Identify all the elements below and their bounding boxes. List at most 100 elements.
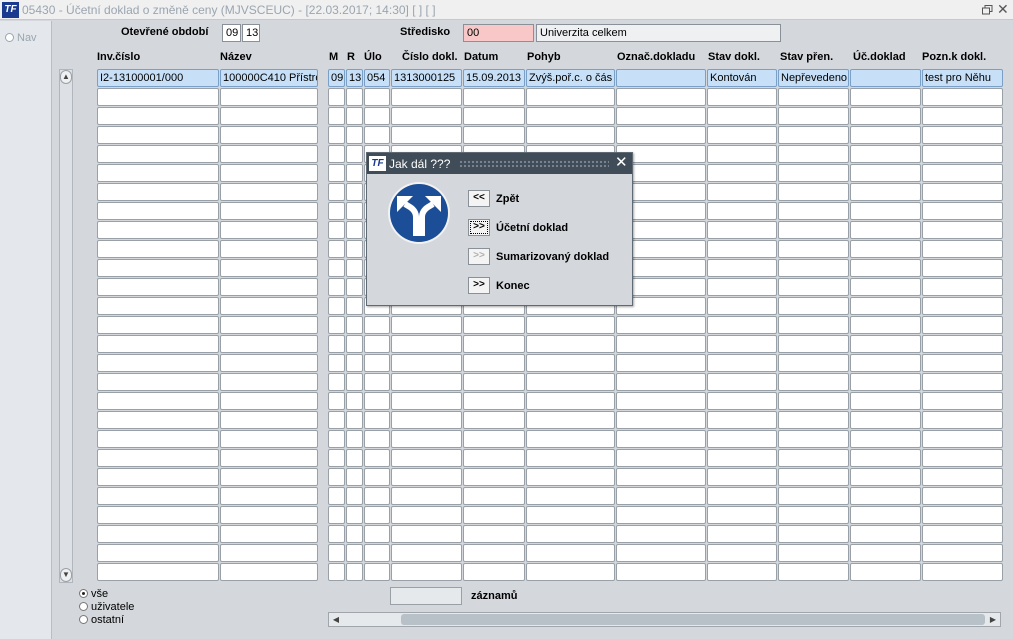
cell-movement[interactable] xyxy=(526,563,615,581)
cell-transfer-state[interactable] xyxy=(778,259,849,277)
window-close-icon[interactable]: ✕ xyxy=(997,2,1011,16)
cell-month[interactable] xyxy=(328,240,345,258)
cell-movement[interactable] xyxy=(526,392,615,410)
cell-document-note[interactable] xyxy=(922,373,1003,391)
cell-transfer-state[interactable] xyxy=(778,221,849,239)
cell-task[interactable] xyxy=(364,487,390,505)
cell-task[interactable] xyxy=(364,354,390,372)
cell-month[interactable] xyxy=(328,544,345,562)
cell-task[interactable] xyxy=(364,468,390,486)
cell-document-state[interactable] xyxy=(707,202,777,220)
cell-date[interactable] xyxy=(463,411,525,429)
cell-document-note[interactable] xyxy=(922,487,1003,505)
cell-year[interactable] xyxy=(346,221,363,239)
cell-name[interactable] xyxy=(220,88,318,106)
cell-accounting-doc[interactable] xyxy=(850,126,921,144)
cell-month[interactable] xyxy=(328,278,345,296)
cell-year[interactable] xyxy=(346,183,363,201)
cell-name[interactable] xyxy=(220,316,318,334)
cell-year[interactable] xyxy=(346,126,363,144)
cell-document-state[interactable] xyxy=(707,563,777,581)
cell-month[interactable] xyxy=(328,164,345,182)
cell-transfer-state[interactable] xyxy=(778,183,849,201)
cell-transfer-state[interactable] xyxy=(778,145,849,163)
cell-name[interactable] xyxy=(220,354,318,372)
cell-month[interactable] xyxy=(328,525,345,543)
cell-document-note[interactable] xyxy=(922,335,1003,353)
filter-option-user[interactable]: uživatele xyxy=(79,601,134,614)
cell-accounting-doc[interactable] xyxy=(850,468,921,486)
cell-task[interactable] xyxy=(364,373,390,391)
cell-year[interactable] xyxy=(346,297,363,315)
cell-month[interactable] xyxy=(328,373,345,391)
cell-transfer-state[interactable] xyxy=(778,373,849,391)
cell-document-note[interactable] xyxy=(922,525,1003,543)
cell-year[interactable] xyxy=(346,411,363,429)
cell-name[interactable] xyxy=(220,183,318,201)
cell-accounting-doc[interactable] xyxy=(850,221,921,239)
cell-document-number[interactable] xyxy=(391,392,462,410)
period-month-field[interactable]: 09 xyxy=(222,24,241,42)
cell-document-state[interactable] xyxy=(707,107,777,125)
cell-document-number[interactable] xyxy=(391,107,462,125)
cell-document-mark[interactable] xyxy=(616,563,706,581)
cell-document-state[interactable] xyxy=(707,354,777,372)
cell-document-note[interactable] xyxy=(922,126,1003,144)
cell-document-number[interactable] xyxy=(391,373,462,391)
cell-document-note[interactable] xyxy=(922,392,1003,410)
cell-name[interactable] xyxy=(220,259,318,277)
cell-document-note[interactable] xyxy=(922,278,1003,296)
cell-document-mark[interactable] xyxy=(616,126,706,144)
cell-document-note[interactable] xyxy=(922,107,1003,125)
summary-document-button[interactable]: >> xyxy=(468,248,490,265)
cell-inv-number[interactable] xyxy=(97,468,219,486)
cell-inv-number[interactable] xyxy=(97,107,219,125)
cell-movement[interactable] xyxy=(526,88,615,106)
cell-month[interactable] xyxy=(328,430,345,448)
restore-icon[interactable] xyxy=(982,5,993,15)
cell-transfer-state[interactable] xyxy=(778,525,849,543)
cell-date[interactable] xyxy=(463,107,525,125)
cell-transfer-state[interactable]: Nepřevedeno xyxy=(778,69,849,87)
cell-document-number[interactable] xyxy=(391,563,462,581)
cell-document-mark[interactable] xyxy=(616,487,706,505)
cell-document-note[interactable] xyxy=(922,164,1003,182)
cell-accounting-doc[interactable] xyxy=(850,430,921,448)
dialog-title-bar[interactable]: TF Jak dál ??? ✕ xyxy=(367,153,632,174)
cell-date[interactable] xyxy=(463,506,525,524)
cell-task[interactable] xyxy=(364,506,390,524)
end-button[interactable]: >> xyxy=(468,277,490,294)
cell-transfer-state[interactable] xyxy=(778,411,849,429)
cell-document-note[interactable] xyxy=(922,506,1003,524)
cell-task[interactable] xyxy=(364,449,390,467)
cell-inv-number[interactable] xyxy=(97,487,219,505)
cell-document-number[interactable] xyxy=(391,126,462,144)
cell-document-number[interactable] xyxy=(391,354,462,372)
cell-month[interactable] xyxy=(328,468,345,486)
cell-document-note[interactable] xyxy=(922,88,1003,106)
cell-name[interactable] xyxy=(220,221,318,239)
cell-accounting-doc[interactable] xyxy=(850,164,921,182)
cell-name[interactable] xyxy=(220,335,318,353)
cell-transfer-state[interactable] xyxy=(778,240,849,258)
cell-task[interactable] xyxy=(364,525,390,543)
cell-document-state[interactable] xyxy=(707,335,777,353)
cell-task[interactable] xyxy=(364,316,390,334)
cell-transfer-state[interactable] xyxy=(778,392,849,410)
cell-accounting-doc[interactable] xyxy=(850,373,921,391)
cell-accounting-doc[interactable] xyxy=(850,202,921,220)
cell-year[interactable] xyxy=(346,354,363,372)
cell-document-number[interactable] xyxy=(391,316,462,334)
cell-inv-number[interactable] xyxy=(97,544,219,562)
cell-document-state[interactable] xyxy=(707,183,777,201)
cell-document-note[interactable] xyxy=(922,563,1003,581)
cell-document-state[interactable] xyxy=(707,449,777,467)
cell-task[interactable] xyxy=(364,544,390,562)
cell-document-state[interactable] xyxy=(707,411,777,429)
cell-inv-number[interactable] xyxy=(97,278,219,296)
cell-date[interactable] xyxy=(463,487,525,505)
cell-date[interactable] xyxy=(463,449,525,467)
cell-transfer-state[interactable] xyxy=(778,88,849,106)
cell-document-number[interactable] xyxy=(391,335,462,353)
cell-accounting-doc[interactable] xyxy=(850,411,921,429)
